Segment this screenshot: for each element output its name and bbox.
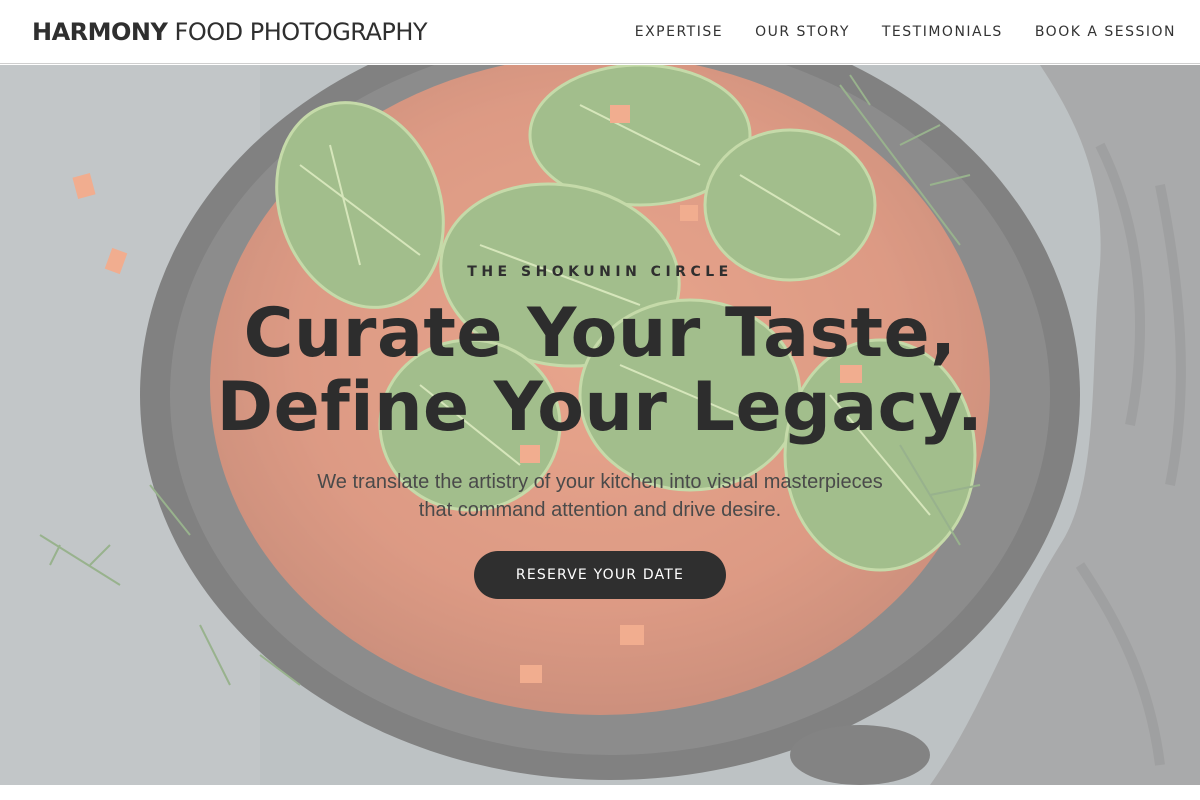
hero-subtext-line-1: We translate the artistry of your kitche… [317,471,883,493]
main-nav: EXPERTISE OUR STORY TESTIMONIALS BOOK A … [603,24,1176,40]
hero-headline-line-2: Define Your Legacy. [216,368,984,447]
hero-subtext: We translate the artistry of your kitche… [250,468,950,524]
hero-content: THE SHOKUNIN CIRCLE Curate Your Taste, D… [0,65,1200,785]
brand-name-light: FOOD PHOTOGRAPHY [174,17,428,46]
brand-name-bold: HARMONY [32,17,168,46]
page-bottom-strip [0,785,1200,800]
nav-link-our-story[interactable]: OUR STORY [755,24,850,40]
brand-logo[interactable]: HARMONY FOOD PHOTOGRAPHY [32,17,428,46]
hero-section: THE SHOKUNIN CIRCLE Curate Your Taste, D… [0,65,1200,785]
nav-link-book-a-session[interactable]: BOOK A SESSION [1035,24,1176,40]
hero-headline-line-1: Curate Your Taste, [243,294,957,373]
reserve-your-date-button[interactable]: RESERVE YOUR DATE [474,551,726,599]
hero-subtext-line-2: that command attention and drive desire. [418,499,782,521]
hero-eyebrow: THE SHOKUNIN CIRCLE [467,264,733,280]
top-navbar: HARMONY FOOD PHOTOGRAPHY EXPERTISE OUR S… [0,0,1200,64]
hero-headline: Curate Your Taste, Define Your Legacy. [0,297,1200,445]
nav-link-expertise[interactable]: EXPERTISE [635,24,723,40]
nav-link-testimonials[interactable]: TESTIMONIALS [882,24,1003,40]
